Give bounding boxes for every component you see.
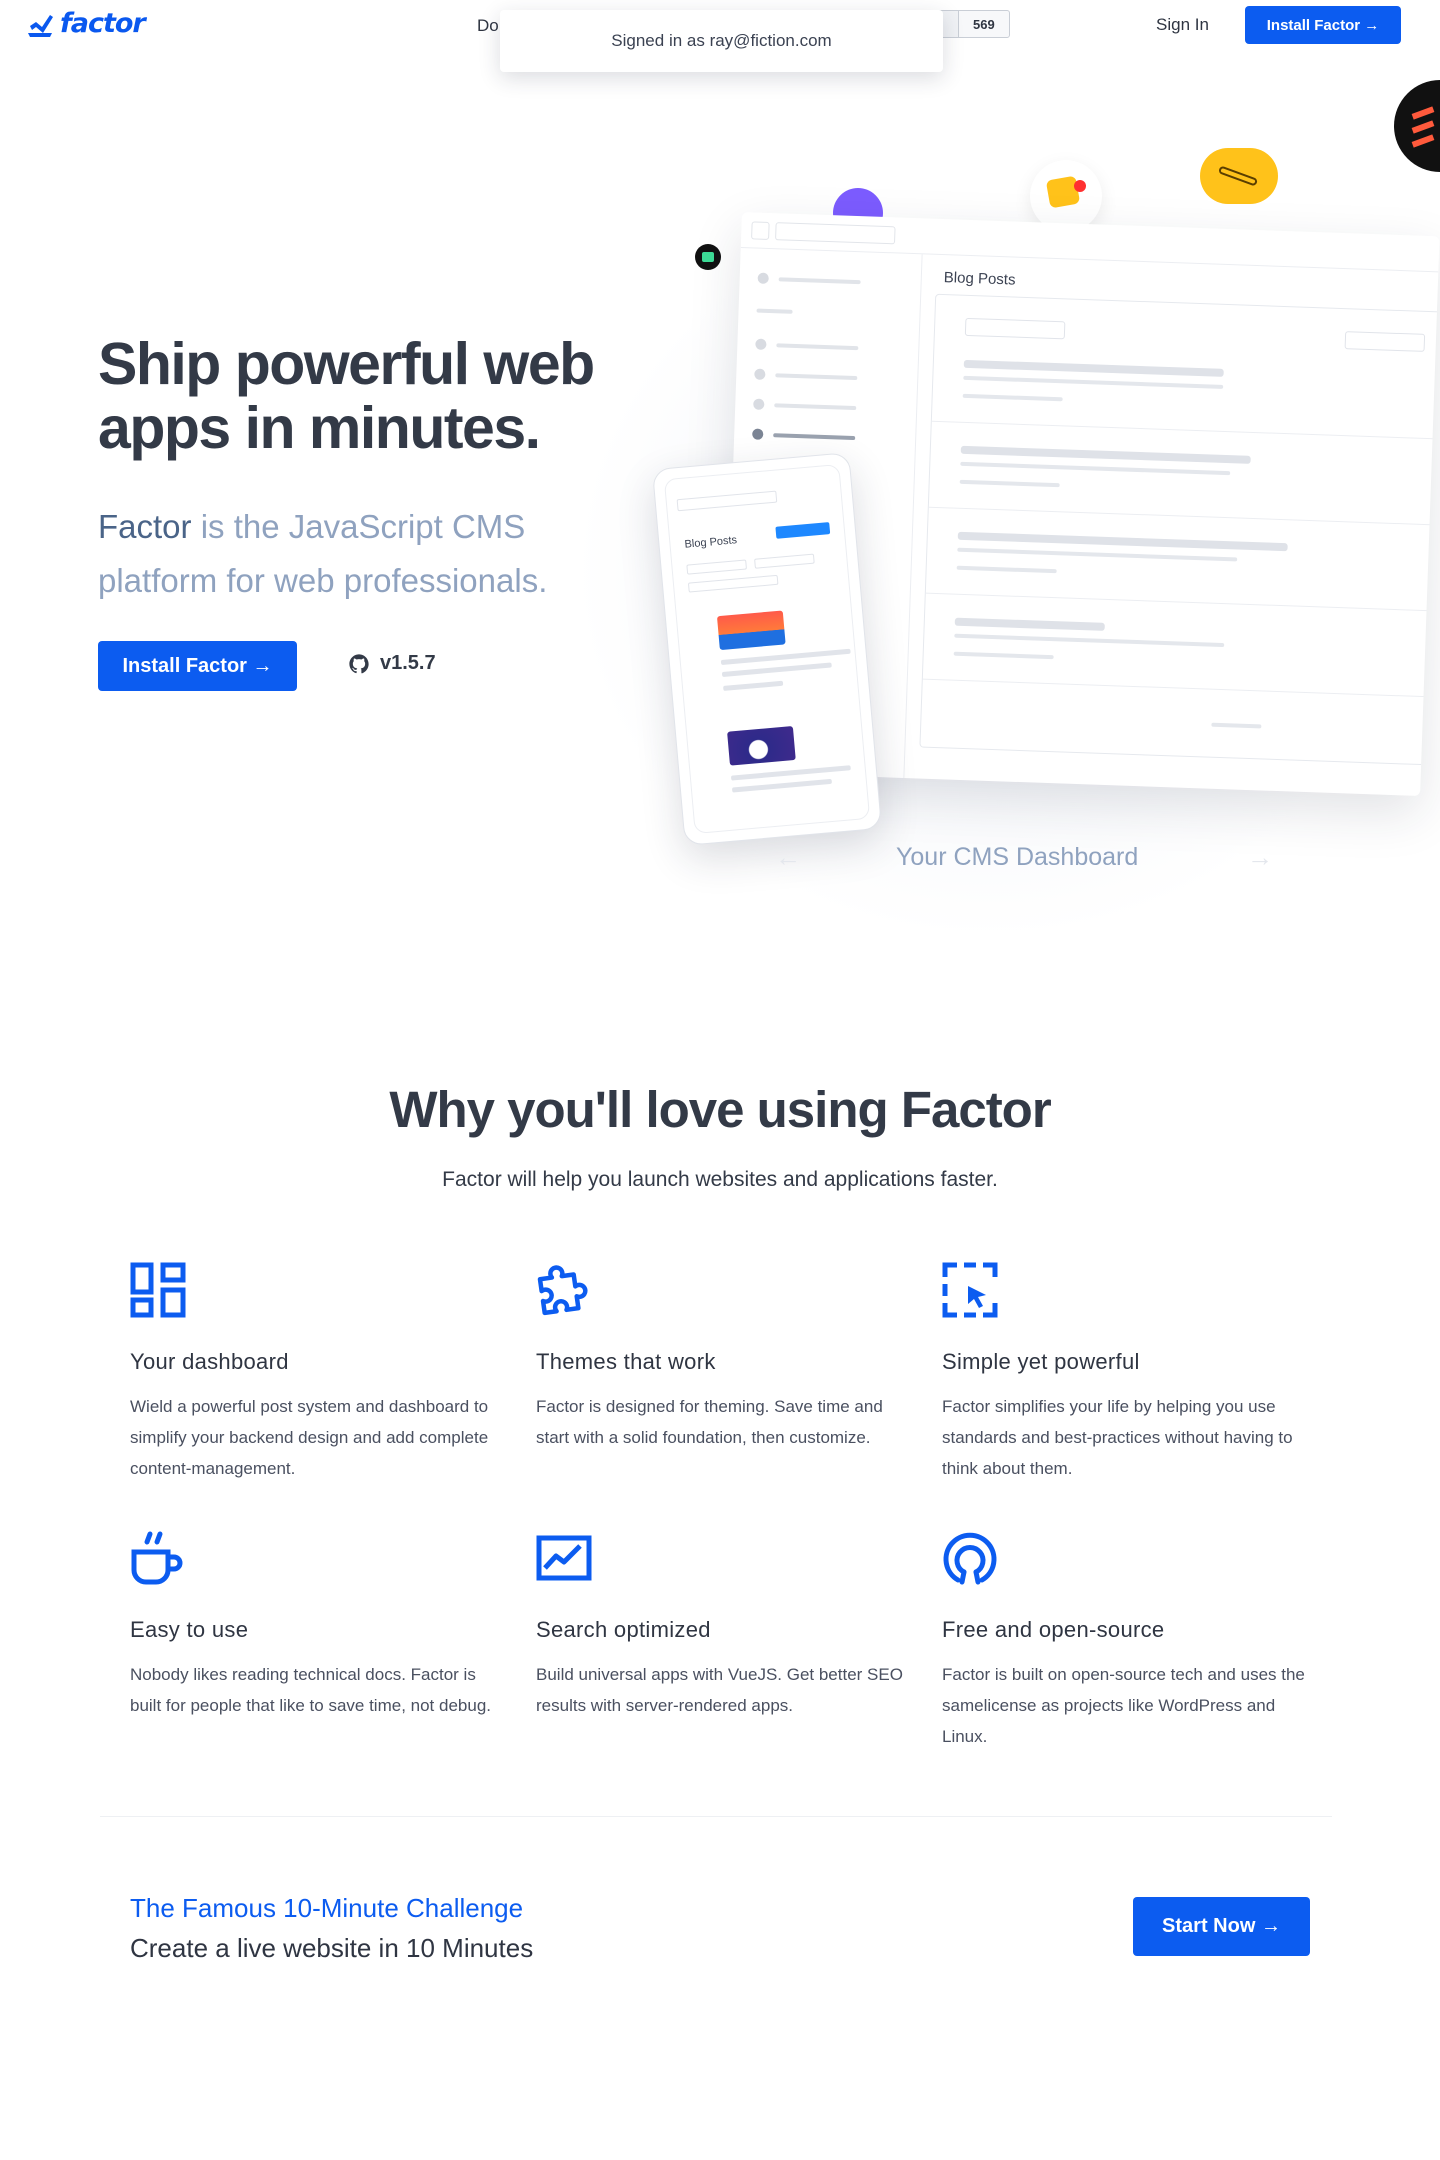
feature-description: Factor simplifies your life by helping y…	[942, 1397, 1293, 1478]
feature-title: Search optimized	[536, 1617, 711, 1642]
feature-title: Themes that work	[536, 1349, 716, 1374]
carousel-label: Your CMS Dashboard	[896, 843, 1139, 871]
feature-description: Nobody likes reading technical docs. Fac…	[130, 1665, 492, 1715]
feature-title: Simple yet powerful	[942, 1349, 1140, 1374]
sidebar-row	[757, 272, 861, 288]
hero-subtitle-brand: Factor	[98, 508, 192, 545]
toast-text: Signed in as ray@fiction.com	[611, 31, 832, 50]
sidebar-row	[754, 368, 858, 384]
feature-title: Your dashboard	[130, 1349, 289, 1374]
why-title: Why you'll love using Factor	[389, 1081, 1051, 1138]
hero-install-button[interactable]: Install Factor →	[98, 641, 297, 691]
version-label: v1.5.7	[380, 652, 436, 674]
feature-title: Easy to use	[130, 1617, 249, 1642]
section-divider	[100, 1816, 1332, 1817]
feature-description: Wield a powerful post system and dashboa…	[130, 1397, 489, 1478]
dashboard-posts-card	[919, 293, 1440, 767]
feature-title: Free and open-source	[942, 1617, 1165, 1642]
challenge-title[interactable]: The Famous 10-Minute Challenge	[130, 1893, 523, 1924]
select-cursor-icon	[942, 1262, 998, 1318]
feature-simple: Simple yet powerful Factor simplifies yo…	[942, 1262, 1312, 1484]
dashboard-icon	[130, 1262, 186, 1318]
sync-bubble-icon	[695, 244, 721, 270]
sidebar-row	[753, 398, 857, 414]
header-install-button[interactable]: Install Factor →	[1245, 6, 1401, 44]
why-subtitle: Factor will help you launch websites and…	[442, 1168, 998, 1191]
phone-illustration: Blog Posts	[651, 452, 883, 846]
feature-dashboard: Your dashboard Wield a powerful post sys…	[130, 1262, 500, 1484]
phone-heading: Blog Posts	[684, 534, 738, 551]
sidebar-row	[755, 338, 859, 354]
feature-search: Search optimized Build universal apps wi…	[536, 1530, 906, 1721]
dashboard-home-icon	[751, 220, 770, 240]
space-thumbnail	[727, 726, 796, 766]
sunset-thumbnail	[716, 610, 786, 651]
feature-description: Factor is built on open-source tech and …	[942, 1665, 1305, 1746]
logo-text: factor	[60, 8, 146, 39]
dashboard-main: Blog Posts	[918, 269, 1440, 796]
hero-subtitle: Factor is the JavaScript CMS platform fo…	[98, 500, 618, 608]
github-icon	[349, 653, 369, 673]
sidebar-row	[752, 428, 856, 443]
carousel-prev-arrow[interactable]: ←	[775, 842, 801, 873]
hero-title: Ship powerful web apps in minutes.	[98, 331, 595, 461]
start-now-button[interactable]: Start Now →	[1133, 1897, 1310, 1956]
nav-docs-link[interactable]: Do	[477, 16, 499, 36]
factor-logo-icon	[28, 14, 53, 37]
feature-description: Build universal apps with VueJS. Get bet…	[536, 1665, 903, 1715]
signed-in-toast: Signed in as ray@fiction.com	[500, 10, 943, 72]
notification-bubble-icon	[1030, 160, 1102, 232]
chart-icon	[536, 1535, 592, 1581]
challenge-subtitle: Create a live website in 10 Minutes	[130, 1933, 534, 1963]
puzzle-icon	[537, 1265, 588, 1316]
feature-themes: Themes that work Factor is designed for …	[536, 1262, 906, 1453]
paperclip-bubble-icon	[1200, 148, 1278, 204]
phone-screen: Blog Posts	[663, 464, 871, 834]
github-version-link[interactable]: v1.5.7	[348, 652, 436, 675]
carousel-next-arrow[interactable]: →	[1247, 842, 1273, 873]
coffee-cup-icon	[131, 1531, 183, 1585]
feature-open-source: Free and open-source Factor is built on …	[942, 1530, 1312, 1752]
factor-logo[interactable]: factor	[26, 8, 146, 39]
sign-in-link[interactable]: Sign In	[1156, 15, 1209, 35]
sidebar-row	[756, 308, 793, 314]
dashboard-url-bar	[775, 221, 896, 244]
github-star-count: 569	[973, 16, 995, 32]
feature-easy: Easy to use Nobody likes reading technic…	[130, 1530, 500, 1721]
code-bubble-icon	[1394, 80, 1440, 172]
phone-add-button	[775, 522, 831, 539]
open-source-icon	[943, 1532, 997, 1585]
feature-description: Factor is designed for theming. Save tim…	[536, 1397, 883, 1447]
